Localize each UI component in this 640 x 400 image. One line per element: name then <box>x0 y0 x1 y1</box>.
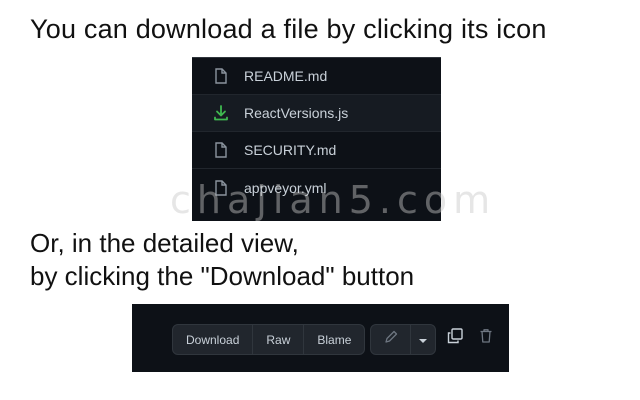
file-row-security[interactable]: SECURITY.md <box>192 132 441 169</box>
file-row-readme[interactable]: README.md <box>192 58 441 95</box>
trash-icon <box>479 328 493 349</box>
delete-button[interactable] <box>476 328 496 348</box>
file-toolbar: Download Raw Blame <box>132 304 509 372</box>
file-icon[interactable] <box>206 142 236 158</box>
caption-line-1: Or, in the detailed view, <box>30 228 299 258</box>
triangle-down-icon <box>418 331 428 349</box>
edit-dropdown-button[interactable] <box>411 325 435 354</box>
file-row-reactversions[interactable]: ReactVersions.js <box>192 95 441 132</box>
view-button-group: Download Raw Blame <box>172 324 366 355</box>
caption-line-2: by clicking the "Download" button <box>30 261 415 291</box>
raw-button[interactable]: Raw <box>253 325 305 354</box>
download-button[interactable]: Download <box>173 325 254 354</box>
heading: You can download a file by clicking its … <box>30 14 547 44</box>
blame-button[interactable]: Blame <box>304 325 364 354</box>
file-name[interactable]: SECURITY.md <box>244 142 336 158</box>
file-row-appveyor[interactable]: appveyor.yml <box>192 169 441 206</box>
file-icon[interactable] <box>206 68 236 84</box>
download-icon[interactable] <box>206 105 236 121</box>
copy-icon <box>447 327 463 349</box>
file-name[interactable]: ReactVersions.js <box>244 105 348 121</box>
edit-button[interactable] <box>371 325 411 354</box>
file-icon[interactable] <box>206 179 236 196</box>
file-list: README.md ReactVersions.js SECURITY.md a… <box>192 57 441 221</box>
file-name[interactable]: appveyor.yml <box>244 180 326 196</box>
pencil-icon <box>384 330 398 349</box>
edit-button-group <box>370 324 436 355</box>
file-name[interactable]: README.md <box>244 68 327 84</box>
copy-button[interactable] <box>445 327 465 349</box>
